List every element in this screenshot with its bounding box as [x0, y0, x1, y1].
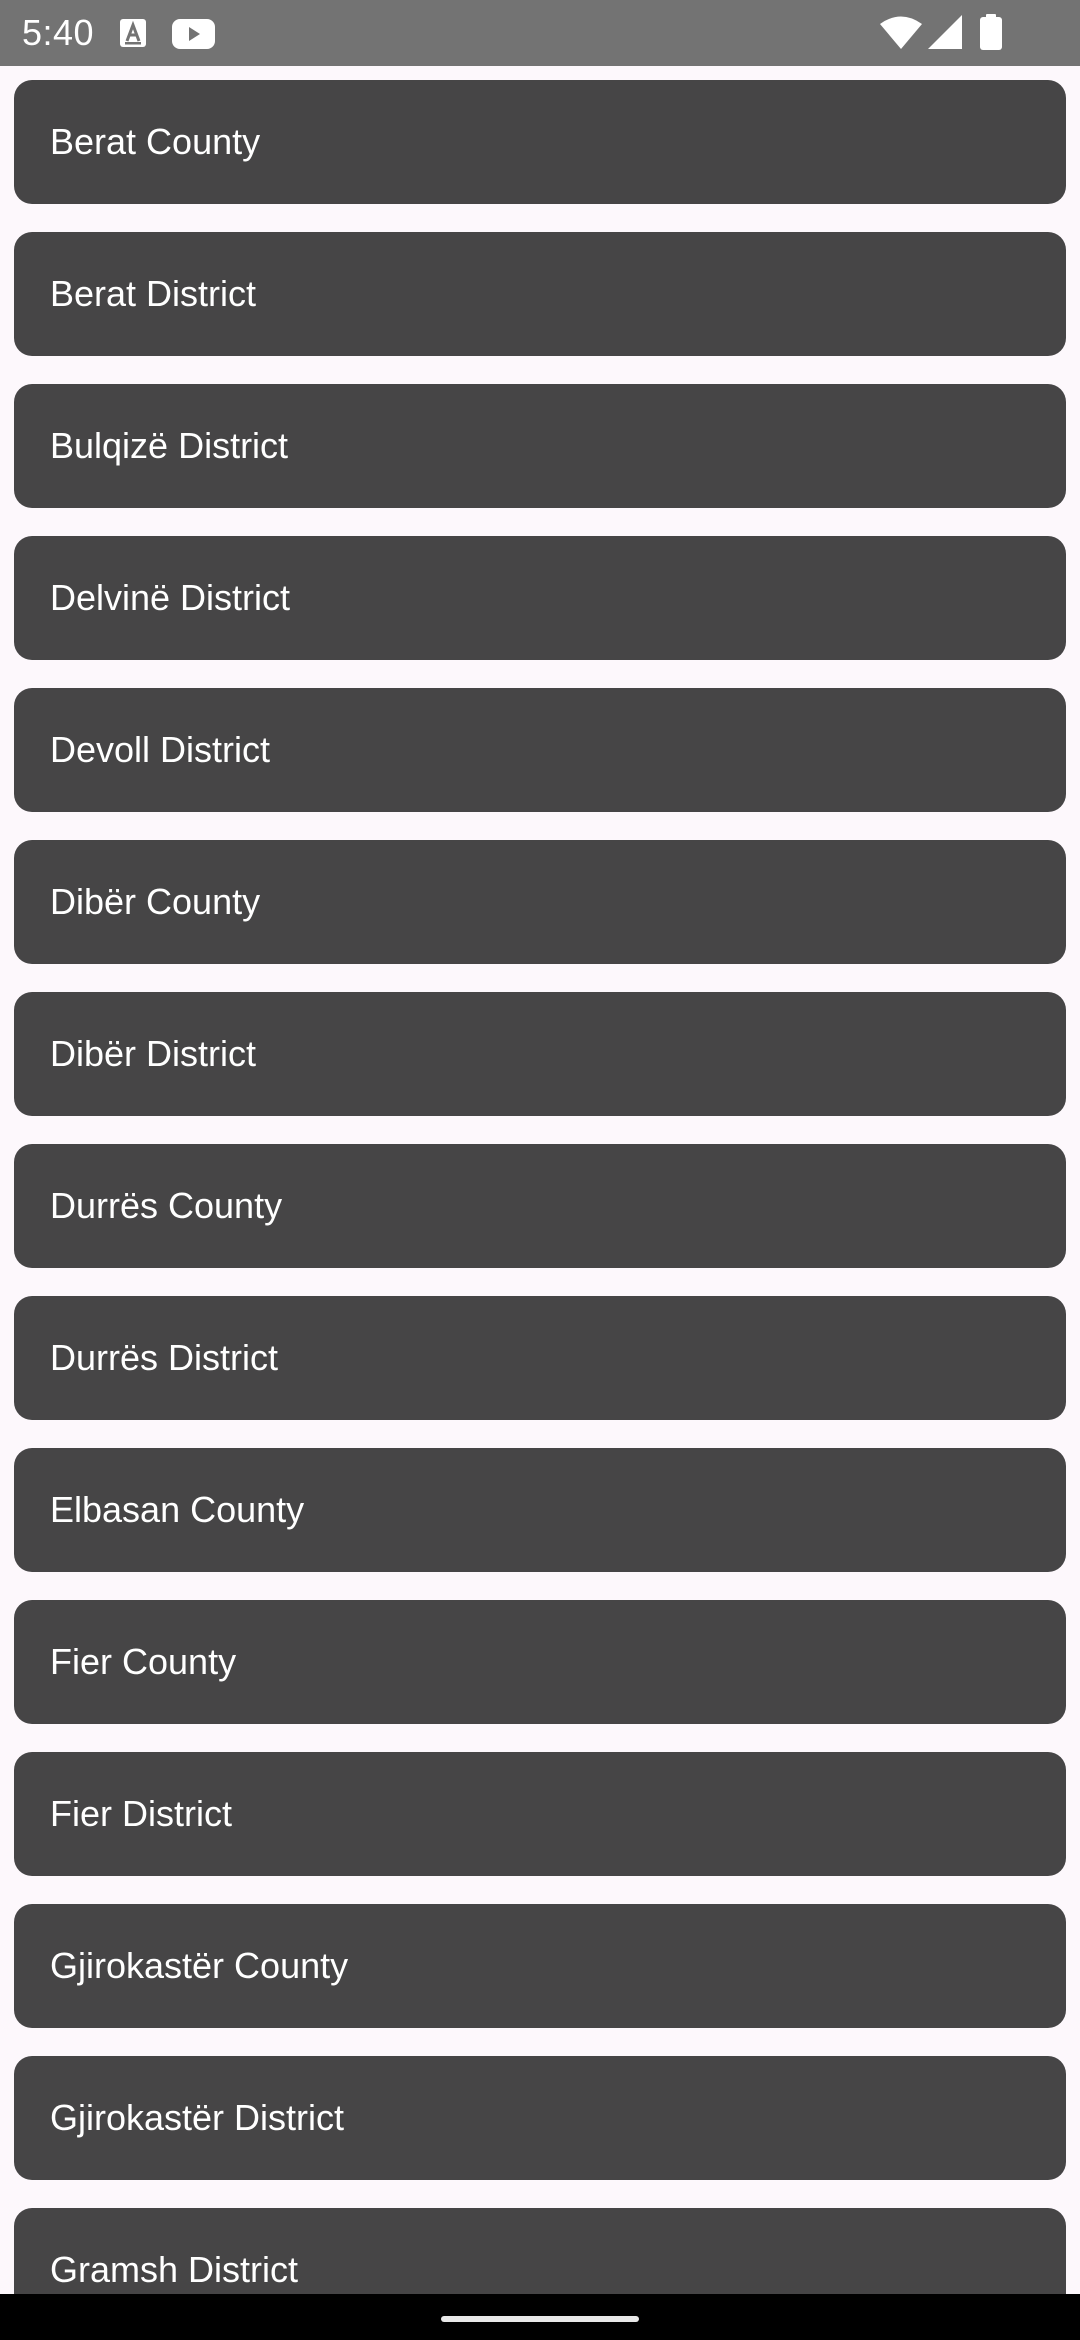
list-item[interactable]: Fier District — [14, 1752, 1066, 1876]
battery-icon — [980, 14, 1002, 50]
list-item[interactable]: Gramsh District — [14, 2208, 1066, 2294]
list-item[interactable]: Durrës County — [14, 1144, 1066, 1268]
youtube-notification-icon — [172, 19, 215, 49]
list-item-label: Berat County — [50, 121, 261, 162]
list-item[interactable]: Delvinë District — [14, 536, 1066, 660]
region-list[interactable]: Berat County Berat District Bulqizë Dist… — [0, 66, 1080, 2294]
navigation-bar — [0, 2294, 1080, 2340]
list-item-label: Fier District — [50, 1793, 232, 1834]
list-item[interactable]: Gjirokastër District — [14, 2056, 1066, 2180]
list-item-label: Gjirokastër District — [50, 2097, 345, 2138]
list-item[interactable]: Berat County — [14, 80, 1066, 204]
wifi-icon — [880, 16, 922, 49]
list-item-label: Delvinë District — [50, 577, 291, 618]
list-item[interactable]: Durrës District — [14, 1296, 1066, 1420]
list-item-label: Dibër District — [50, 1033, 257, 1074]
list-item[interactable]: Elbasan County — [14, 1448, 1066, 1572]
status-time: 5:40 — [22, 12, 95, 53]
home-gesture-handle[interactable] — [441, 2316, 639, 2322]
list-item[interactable]: Dibër County — [14, 840, 1066, 964]
cell-signal-icon — [928, 15, 962, 49]
list-item-label: Elbasan County — [50, 1489, 305, 1530]
status-bar: 5:40 — [0, 0, 1080, 66]
list-item[interactable]: Devoll District — [14, 688, 1066, 812]
font-notification-icon — [120, 19, 146, 47]
list-item-label: Bulqizë District — [50, 425, 289, 466]
list-item-label: Berat District — [50, 273, 257, 314]
list-item-label: Durrës County — [50, 1185, 283, 1226]
list-item[interactable]: Dibër District — [14, 992, 1066, 1116]
list-item[interactable]: Berat District — [14, 232, 1066, 356]
list-item-label: Gjirokastër County — [50, 1945, 349, 1986]
list-item[interactable]: Gjirokastër County — [14, 1904, 1066, 2028]
list-item[interactable]: Bulqizë District — [14, 384, 1066, 508]
list-item-label: Durrës District — [50, 1337, 279, 1378]
list-item-label: Fier County — [50, 1641, 237, 1682]
list-item-label: Dibër County — [50, 881, 261, 922]
list-item[interactable]: Fier County — [14, 1600, 1066, 1724]
list-item-label: Gramsh District — [50, 2249, 299, 2290]
list-item-label: Devoll District — [50, 729, 271, 770]
